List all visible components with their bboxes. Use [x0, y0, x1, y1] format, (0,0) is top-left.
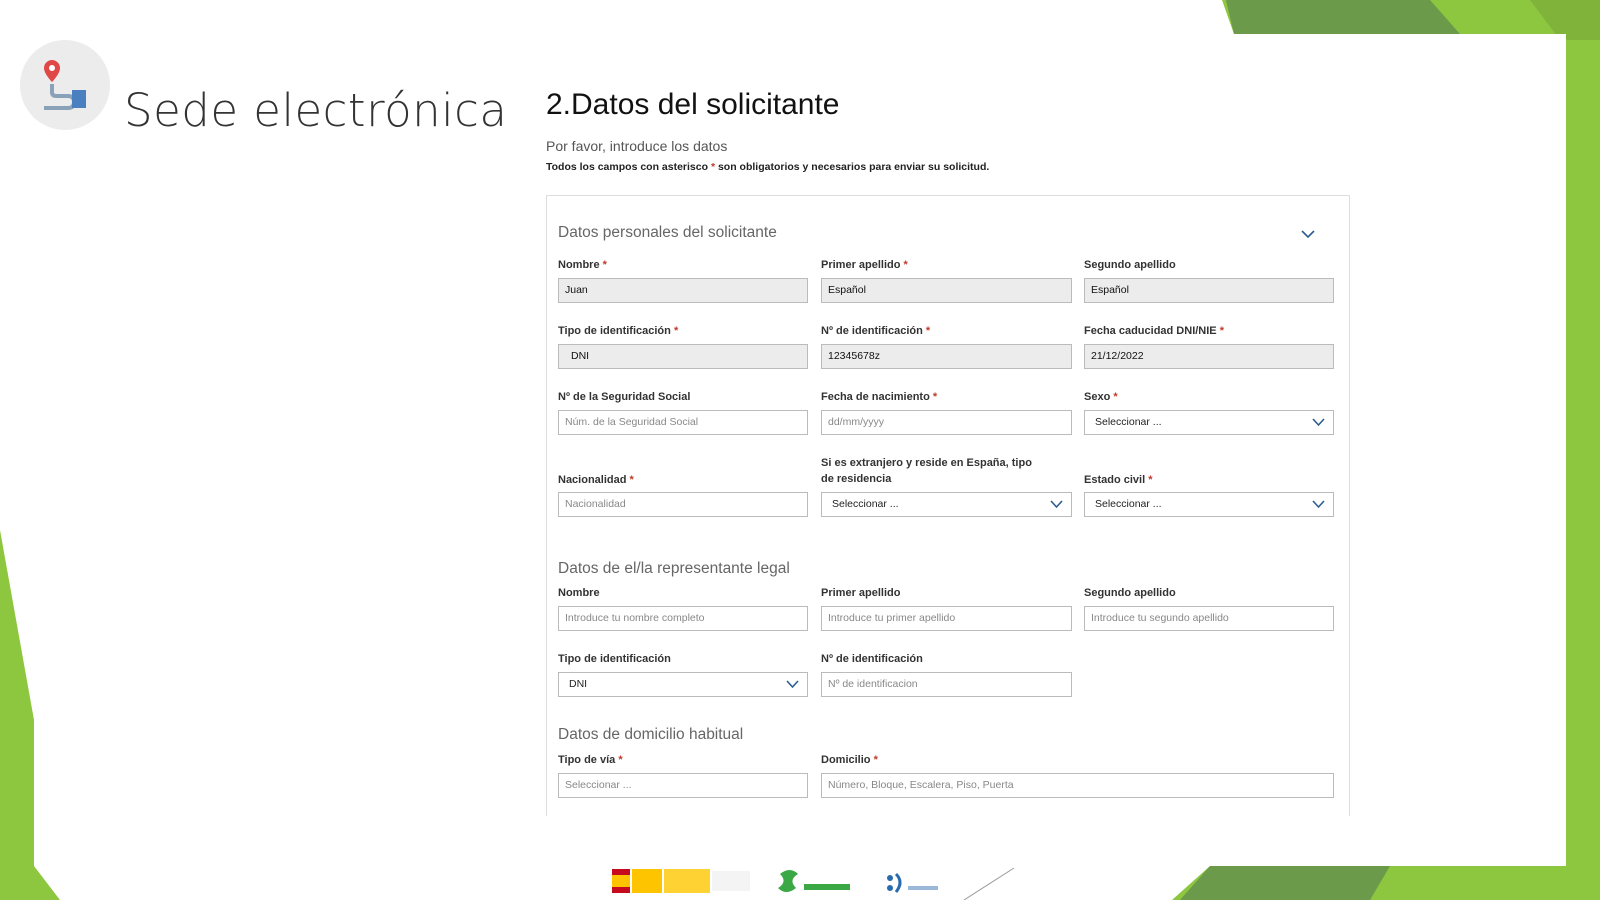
label-tipo-identificacion: Tipo de identificación *	[558, 325, 679, 337]
form-title: 2.Datos del solicitante	[546, 88, 840, 121]
nacionalidad-input[interactable]: Nacionalidad	[558, 492, 808, 517]
label-tipo-residencia: Si es extranjero y reside en España, tip…	[821, 457, 1032, 485]
nombre-field[interactable]: Juan	[558, 278, 808, 303]
label-fecha-caducidad: Fecha caducidad DNI/NIE *	[1084, 325, 1224, 337]
sexo-select-value: Seleccionar ...	[1095, 416, 1162, 428]
tipo-residencia-select[interactable]: Seleccionar ...	[821, 492, 1072, 517]
chevron-down-icon	[786, 680, 799, 689]
label-rep-num-identificacion: Nº de identificación	[821, 653, 923, 665]
label-nacionalidad: Nacionalidad *	[558, 474, 634, 486]
section-title-domicilio: Datos de domicilio habitual	[558, 726, 744, 743]
rep-segundo-apellido-input[interactable]: Introduce tu segundo apellido	[1084, 606, 1334, 631]
sexo-select[interactable]: Seleccionar ...	[1084, 410, 1334, 435]
app-logo	[20, 40, 110, 130]
num-identificacion-field[interactable]: 12345678z	[821, 344, 1072, 369]
label-rep-tipo-identificacion: Tipo de identificación	[558, 653, 671, 665]
label-num-identificacion: Nº de identificación *	[821, 325, 931, 337]
label-rep-nombre: Nombre	[558, 587, 600, 599]
section-title-personal: Datos personales del solicitante	[558, 224, 777, 241]
label-nombre: Nombre *	[558, 259, 607, 271]
label-seguridad-social: Nº de la Seguridad Social	[558, 391, 691, 403]
label-segundo-apellido: Segundo apellido	[1084, 259, 1176, 271]
estado-civil-select-value: Seleccionar ...	[1095, 498, 1162, 510]
chevron-down-icon	[1312, 418, 1325, 427]
segundo-apellido-field[interactable]: Español	[1084, 278, 1334, 303]
rep-tipo-identificacion-value: DNI	[569, 678, 588, 690]
fecha-caducidad-field[interactable]: 21/12/2022	[1084, 344, 1334, 369]
seguridad-social-input[interactable]: Núm. de la Seguridad Social	[558, 410, 808, 435]
chevron-down-icon	[1050, 500, 1063, 509]
label-sexo: Sexo *	[1084, 391, 1118, 403]
app-title: Sede electrónica	[124, 84, 508, 137]
required-fields-note: Todos los campos con asterisco * son obl…	[546, 161, 990, 173]
tipo-residencia-select-value: Seleccionar ...	[832, 498, 899, 510]
rep-num-identificacion-input[interactable]: Nº de identificacion	[821, 672, 1072, 697]
tipo-via-input[interactable]: Seleccionar ...	[558, 773, 808, 798]
chevron-down-icon[interactable]	[1300, 228, 1316, 240]
label-primer-apellido: Primer apellido *	[821, 259, 908, 271]
label-estado-civil: Estado civil *	[1084, 474, 1153, 486]
estado-civil-select[interactable]: Seleccionar ...	[1084, 492, 1334, 517]
primer-apellido-field[interactable]: Español	[821, 278, 1072, 303]
label-domicilio: Domicilio *	[821, 754, 878, 766]
label-tipo-via: Tipo de vía *	[558, 754, 623, 766]
government-logo	[612, 869, 750, 893]
domicilio-input[interactable]: Número, Bloque, Escalera, Piso, Puerta	[821, 773, 1334, 798]
rep-tipo-identificacion-select[interactable]: DNI	[558, 672, 808, 697]
chevron-down-icon	[1312, 500, 1325, 509]
label-rep-segundo-apellido: Segundo apellido	[1084, 587, 1176, 599]
institutional-logos	[612, 867, 1015, 900]
rep-nombre-input[interactable]: Introduce tu nombre completo	[558, 606, 808, 631]
form-intro: Por favor, introduce los datos	[546, 138, 728, 154]
section-title-legal-rep: Datos de el/la representante legal	[558, 560, 790, 577]
inclusion-logo	[887, 872, 938, 893]
rep-primer-apellido-input[interactable]: Introduce tu primer apellido	[821, 606, 1072, 631]
label-fecha-nacimiento: Fecha de nacimiento *	[821, 391, 938, 403]
seguridad-social-logo	[778, 870, 850, 892]
fecha-nacimiento-input[interactable]: dd/mm/yyyy	[821, 410, 1072, 435]
tipo-identificacion-field[interactable]: DNI	[558, 344, 808, 369]
map-route-icon	[44, 60, 86, 110]
label-rep-primer-apellido: Primer apellido	[821, 587, 901, 599]
